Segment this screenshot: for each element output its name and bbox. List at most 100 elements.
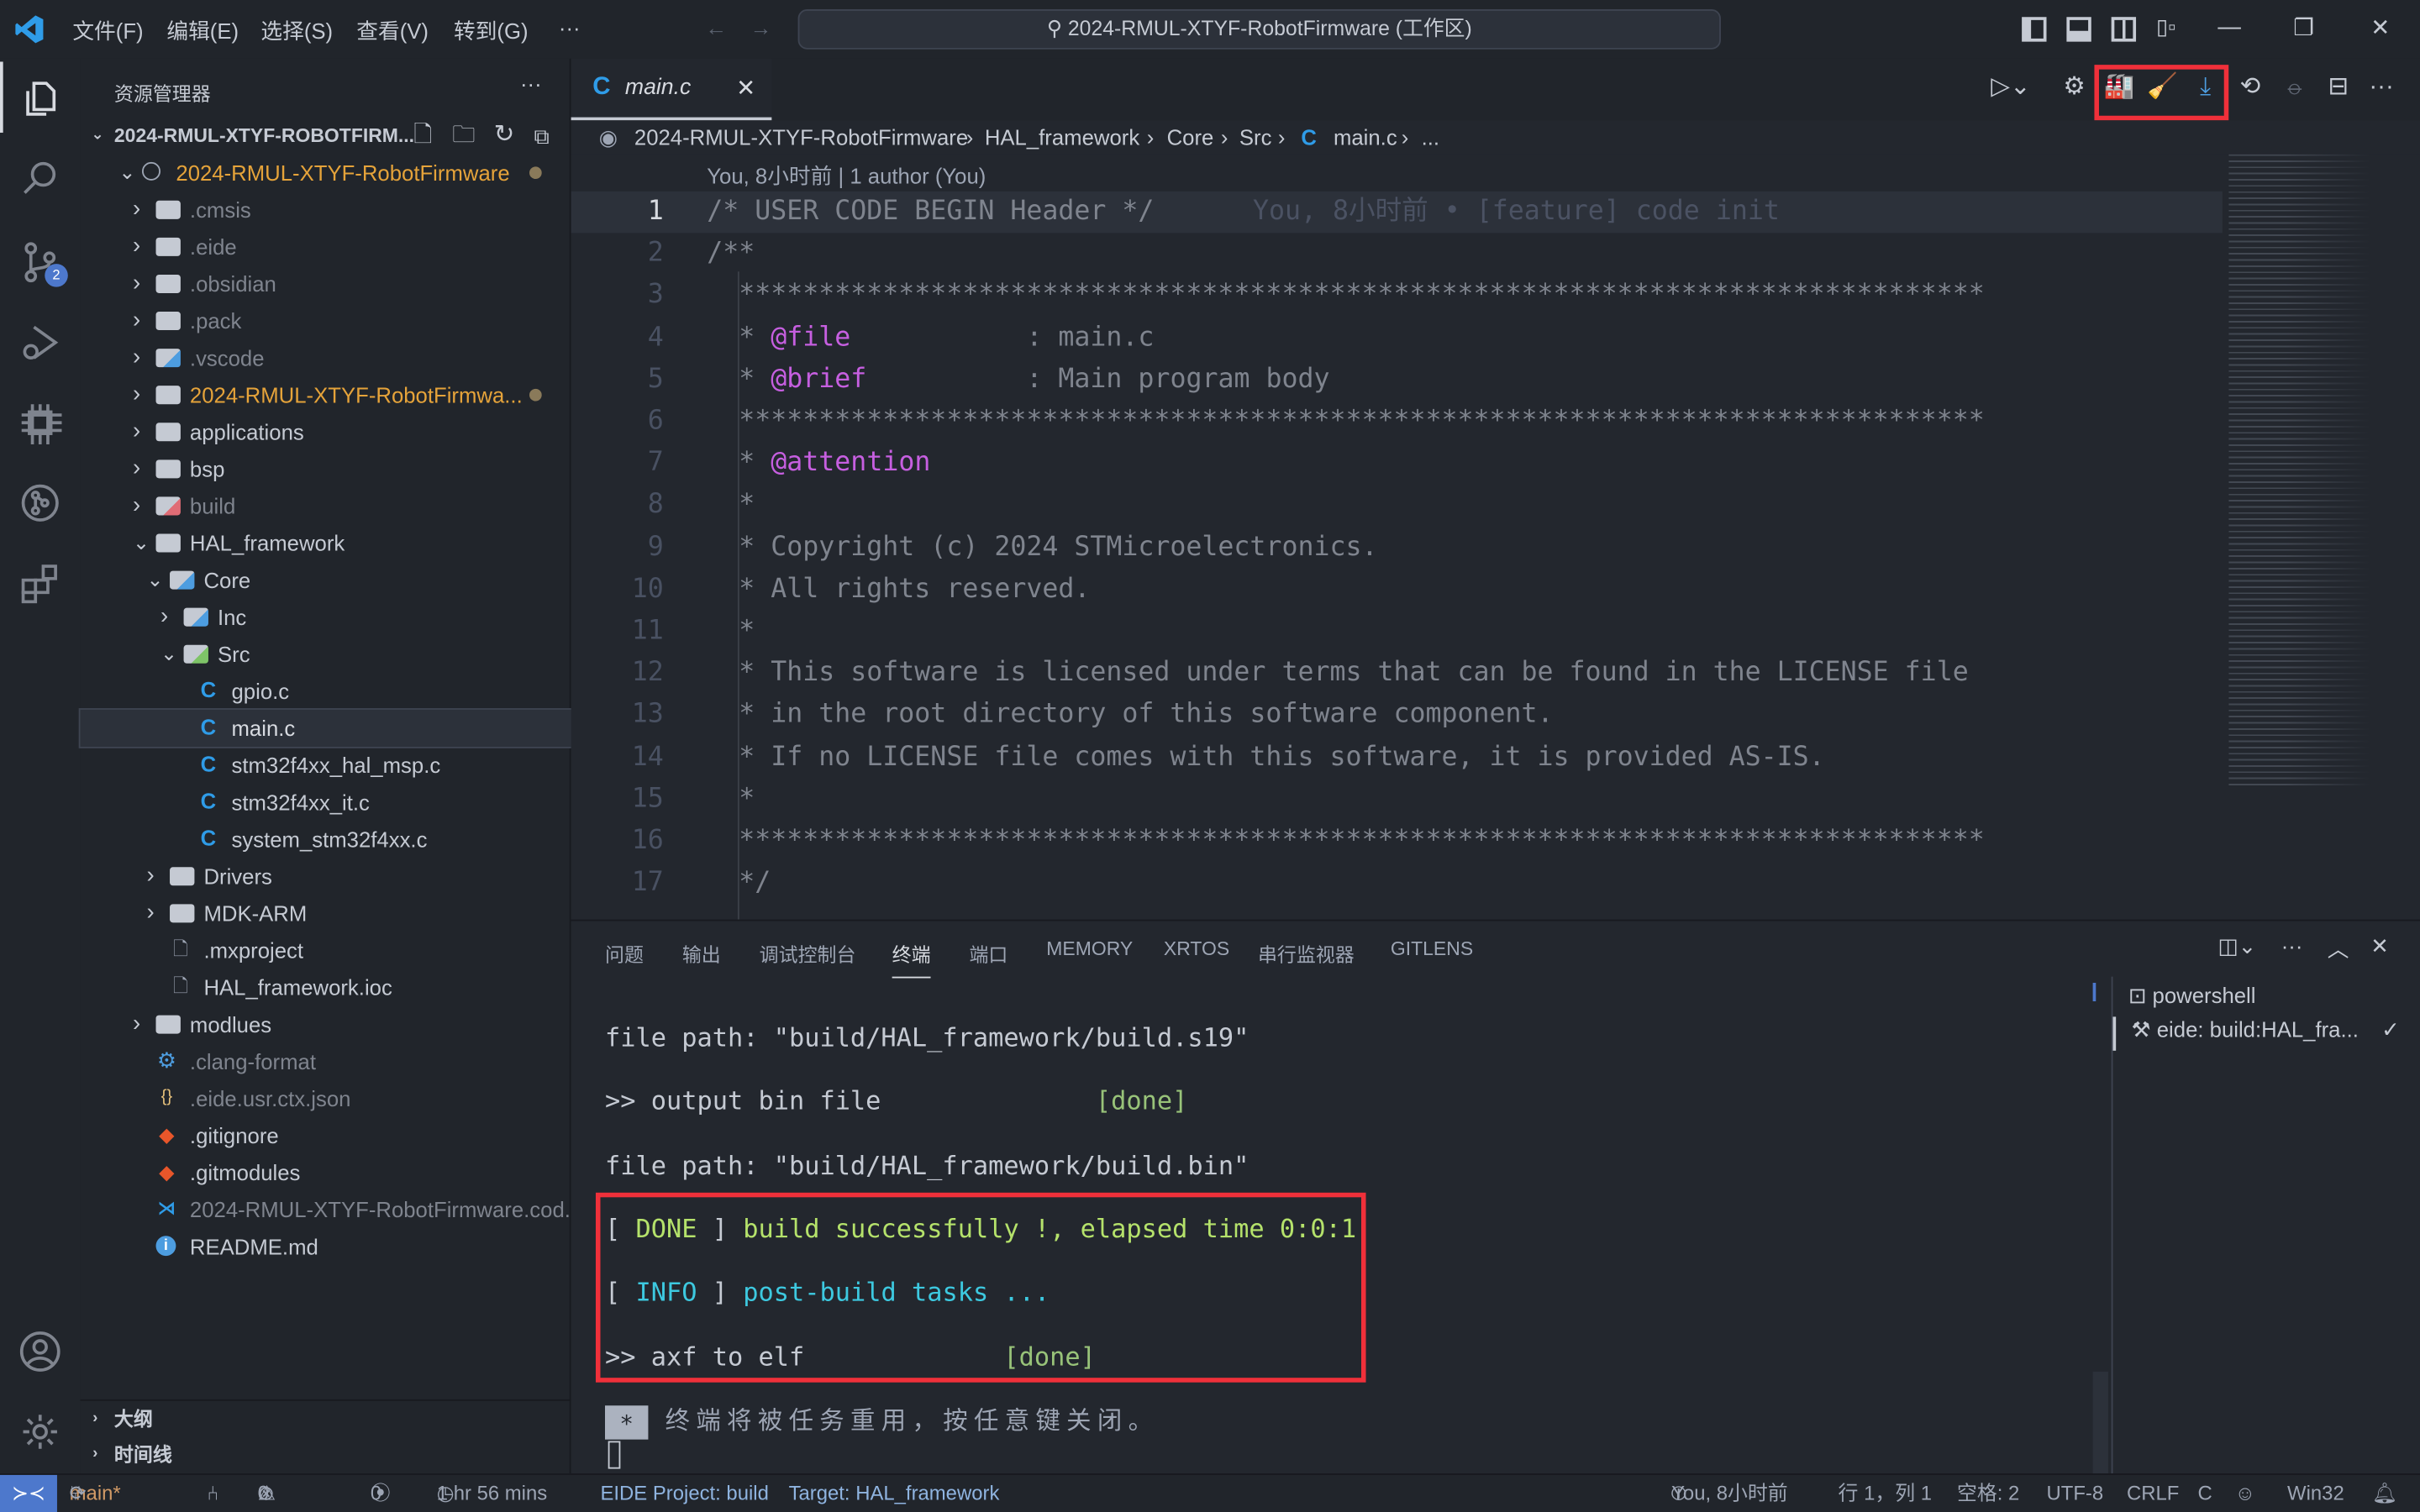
codelens-authors[interactable]: You, 8小时前 | 1 author (You): [707, 160, 986, 192]
tree-item[interactable]: ⌄ 2024-RMUL-XTYF-RobotFirmware: [81, 155, 571, 192]
panel-tab[interactable]: 终端: [892, 938, 931, 979]
tree-item[interactable]: ⌄ Src: [81, 636, 571, 673]
tree-item[interactable]: Cgpio.c: [81, 673, 571, 710]
terminal-item-powershell[interactable]: ⊡ powershell: [2128, 983, 2256, 1009]
panel-tab[interactable]: MEMORY: [1046, 938, 1133, 960]
terminal-item-eide-build[interactable]: ⚒ eide: build:HAL_fra... ✓: [2112, 1016, 2420, 1051]
menu-selection[interactable]: 选择(S): [260, 15, 333, 46]
terminal-scrollbar[interactable]: [2092, 1371, 2108, 1474]
breadcrumb-item[interactable]: HAL_framework: [985, 120, 1139, 154]
new-folder-icon[interactable]: 🗀: [452, 118, 476, 155]
menu-go[interactable]: 转到(G): [454, 15, 529, 46]
split-editor-icon[interactable]: ⊟: [2321, 71, 2354, 104]
workspace-header[interactable]: ⌄ 2024-RMUL-XTYF-ROBOTFIRM... 🗋 🗀 ↻ ⧉: [81, 118, 571, 155]
explorer-more-button[interactable]: ···: [520, 71, 542, 95]
tree-item[interactable]: ◆ .gitignore: [81, 1117, 571, 1154]
timeline-section[interactable]: › 时间线: [81, 1436, 571, 1473]
remote-icon[interactable]: ≻≺: [0, 1474, 57, 1512]
tree-item[interactable]: › build: [81, 487, 571, 524]
forward-arrow-icon[interactable]: →: [750, 15, 772, 39]
encoding[interactable]: UTF-8: [2047, 1475, 2104, 1512]
tree-item[interactable]: › .cmsis: [81, 192, 571, 228]
menu-edit[interactable]: 编辑(E): [166, 15, 239, 46]
breadcrumb-item[interactable]: Core: [1167, 120, 1214, 154]
tree-item[interactable]: › .eide: [81, 228, 571, 265]
indentation[interactable]: 空格: 2: [1957, 1475, 2019, 1512]
tree-item[interactable]: › .obsidian: [81, 265, 571, 302]
panel-more-icon[interactable]: ···: [2281, 933, 2303, 958]
eide-build-icon[interactable]: 🏭: [2102, 71, 2136, 104]
panel-tab[interactable]: 问题: [605, 938, 644, 968]
explorer-icon[interactable]: [18, 77, 61, 120]
new-file-icon[interactable]: 🗋: [413, 118, 432, 155]
tree-item[interactable]: {} .eide.usr.ctx.json: [81, 1080, 571, 1117]
tree-item[interactable]: 🗋 HAL_framework.ioc: [81, 969, 571, 1005]
eide-clean-icon[interactable]: 🧹: [2145, 71, 2179, 104]
eide-project[interactable]: EIDE Project: build: [600, 1475, 768, 1512]
split-terminal-icon[interactable]: ◫⌄: [2217, 933, 2256, 959]
refresh-icon[interactable]: ↻: [494, 118, 515, 155]
toggle-secondary-sidebar-icon[interactable]: [2111, 17, 2137, 42]
settings-gear-icon[interactable]: [18, 1410, 61, 1453]
tree-item[interactable]: ⋊ 2024-RMUL-XTYF-RobotFirmware.cod...: [81, 1191, 582, 1228]
tree-item[interactable]: 🗋 .mxproject: [81, 932, 571, 969]
menu-view[interactable]: 查看(V): [356, 15, 429, 46]
outline-section[interactable]: › 大纲: [80, 1399, 571, 1436]
notifications-bell-icon[interactable]: 🔔︎: [2372, 1475, 2397, 1512]
toggle-panel-icon[interactable]: [2066, 17, 2091, 42]
git-commit-icon[interactable]: ⦵: [2278, 71, 2312, 104]
customize-layout-icon[interactable]: ▯▫: [2156, 14, 2175, 40]
panel-tab[interactable]: 调试控制台: [760, 938, 856, 968]
menu-more[interactable]: ···: [559, 15, 581, 39]
copilot-icon[interactable]: ☺: [2235, 1475, 2255, 1512]
account-icon[interactable]: [18, 1330, 61, 1373]
close-window-icon[interactable]: ✕: [2370, 14, 2390, 42]
panel-tab[interactable]: GITLENS: [1391, 938, 1473, 960]
tree-item[interactable]: › MDK-ARM: [81, 895, 571, 932]
breadcrumb-item[interactable]: 2024-RMUL-XTYF-RobotFirmware: [634, 120, 968, 154]
breadcrumb-item[interactable]: ...: [1422, 120, 1439, 154]
language-mode[interactable]: C: [2198, 1475, 2212, 1512]
tree-item[interactable]: › modlues: [81, 1006, 571, 1043]
tree-item[interactable]: › .vscode: [81, 339, 571, 376]
tree-item[interactable]: › Inc: [81, 599, 571, 636]
search-icon[interactable]: [18, 157, 61, 200]
tree-item[interactable]: ⚙ .clang-format: [81, 1043, 571, 1080]
minimap[interactable]: [2228, 154, 2371, 787]
breadcrumb-item[interactable]: main.c: [1334, 120, 1397, 154]
tree-item[interactable]: Cstm32f4xx_hal_msp.c: [81, 747, 571, 784]
eide-target[interactable]: Target: HAL_framework: [789, 1475, 1000, 1512]
git-graph-icon[interactable]: [18, 481, 61, 524]
command-center[interactable]: ⚲ 2024-RMUL-XTYF-RobotFirmware (工作区): [797, 9, 1721, 50]
eide-flash-download-icon[interactable]: ⤓: [2188, 71, 2222, 104]
run-debug-dropdown-icon[interactable]: ▷⌄: [1991, 71, 2030, 104]
collapse-all-icon[interactable]: ⧉: [534, 118, 550, 155]
tree-item[interactable]: ◆ .gitmodules: [81, 1154, 571, 1191]
cursor-position[interactable]: 行 1，列 1: [1839, 1475, 1932, 1512]
terminal[interactable]: file path: "build/HAL_framework/build.s1…: [595, 983, 2093, 1475]
maximize-panel-icon[interactable]: ︿: [2328, 933, 2349, 964]
close-panel-icon[interactable]: ✕: [2370, 933, 2389, 959]
tree-item[interactable]: › bsp: [81, 450, 571, 487]
panel-tab[interactable]: 输出: [682, 938, 721, 968]
source-control-icon[interactable]: 2: [18, 241, 68, 287]
tree-item[interactable]: › Drivers: [81, 858, 571, 895]
tree-item[interactable]: i README.md: [81, 1228, 571, 1265]
close-tab-icon[interactable]: ✕: [736, 74, 755, 102]
tab-main-c[interactable]: C main.c ✕: [571, 58, 772, 121]
tree-item[interactable]: Csystem_stm32f4xx.c: [81, 821, 571, 858]
tree-item[interactable]: ⌄ HAL_framework: [81, 524, 571, 561]
menu-file[interactable]: 文件(F): [72, 15, 143, 46]
tree-item[interactable]: ⌄ Core: [81, 562, 571, 599]
panel-tab[interactable]: XRTOS: [1164, 938, 1229, 960]
minimize-icon[interactable]: —: [2217, 14, 2241, 40]
run-debug-icon[interactable]: [18, 321, 61, 364]
code-editor[interactable]: You, 8小时前 | 1 author (You) 1 /* USER CODE…: [571, 154, 2420, 920]
restore-icon[interactable]: ❐: [2293, 14, 2314, 42]
tree-item[interactable]: › applications: [81, 413, 571, 450]
open-changes-icon[interactable]: ⟲: [2233, 71, 2267, 104]
eide-chip-icon[interactable]: [18, 402, 62, 444]
editor-more-icon[interactable]: ···: [2365, 71, 2398, 104]
tree-item[interactable]: Cstm32f4xx_it.c: [81, 784, 571, 821]
tree-item[interactable]: Cmain.c: [78, 708, 573, 748]
